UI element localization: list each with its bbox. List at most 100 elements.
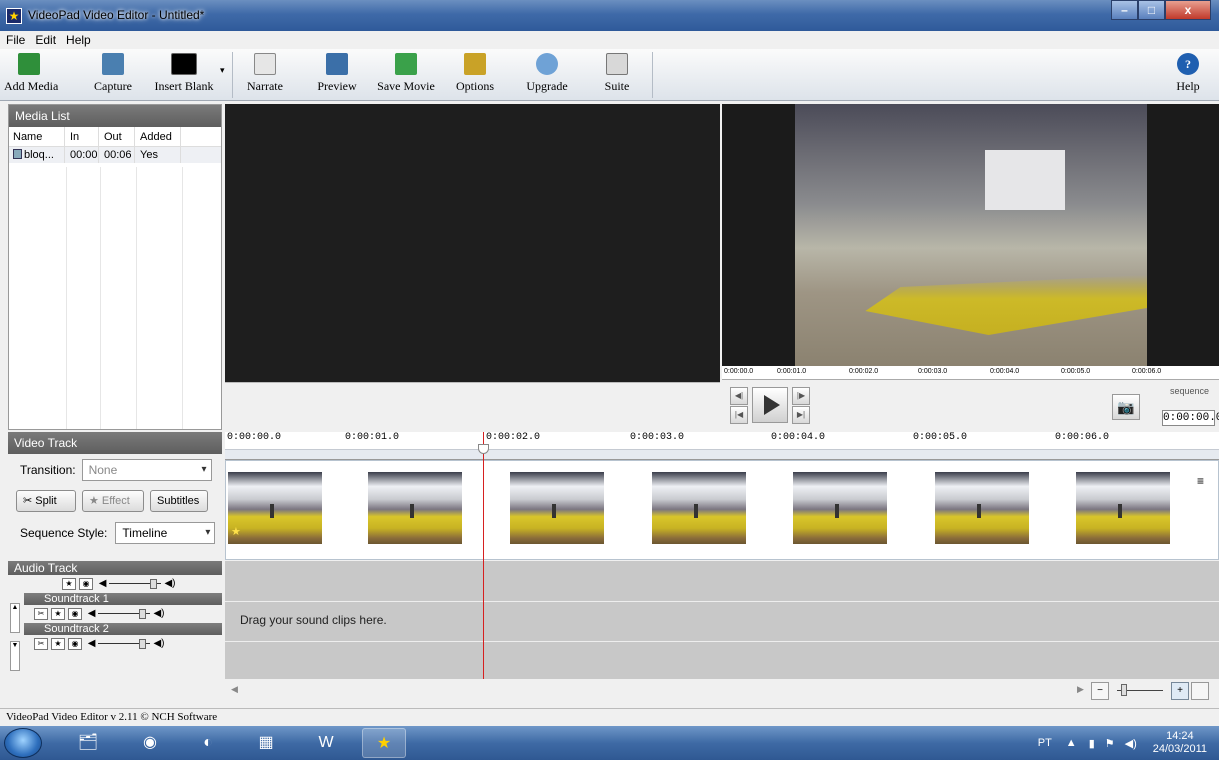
effect-star-icon: ★: [231, 526, 241, 538]
col-name[interactable]: Name: [9, 127, 65, 146]
mute-icon[interactable]: ◉: [68, 638, 82, 650]
zoom-slider-thumb[interactable]: [1121, 684, 1127, 696]
help-icon: ?: [1177, 53, 1199, 75]
sequence-style-select[interactable]: Timeline: [115, 522, 216, 544]
scroll-right-icon[interactable]: ▶: [1077, 684, 1084, 695]
save-movie-button[interactable]: Save Movie: [374, 51, 438, 99]
upgrade-button[interactable]: Upgrade: [522, 51, 572, 99]
scroll-down-icon[interactable]: ▼: [10, 641, 20, 671]
clip-thumbnail[interactable]: [652, 472, 746, 544]
menu-edit[interactable]: Edit: [35, 31, 56, 49]
drag-sound-hint: Drag your sound clips here.: [240, 613, 387, 627]
taskbar: 🗂 ◉ ◐ ▦ W ★: [0, 726, 1219, 760]
mute-icon[interactable]: ◉: [79, 578, 93, 590]
volume-slider[interactable]: [98, 608, 151, 619]
sequence-mini-ruler[interactable]: 0:00:00.0 0:00:01.0 0:00:02.0 0:00:03.0 …: [722, 366, 1219, 380]
battery-icon[interactable]: ▮: [1089, 737, 1095, 750]
clip-thumbnail[interactable]: ★: [228, 472, 322, 544]
tray-expand-icon[interactable]: ▲: [1066, 737, 1077, 749]
transition-label: Transition:: [20, 463, 76, 477]
start-button[interactable]: [4, 728, 42, 758]
volume-icon[interactable]: ◀): [1125, 737, 1137, 750]
mute-icon[interactable]: ◉: [68, 608, 82, 620]
playhead[interactable]: [483, 432, 484, 679]
step-back-icon[interactable]: ◀|: [730, 387, 748, 405]
transition-select[interactable]: None: [81, 459, 212, 481]
subtitles-button[interactable]: Subtitles: [150, 490, 208, 512]
timeline-ruler[interactable]: 0:00:00.0 0:00:01.0 0:00:02.0 0:00:03.0 …: [225, 432, 1219, 460]
menu-file[interactable]: File: [6, 31, 25, 49]
wrench-icon: [464, 53, 486, 75]
effect-star-icon[interactable]: ★: [51, 608, 65, 620]
system-tray: PT ▲ ▮ ⚑ ◀) 14:24 24/03/2011: [1038, 726, 1219, 760]
help-button[interactable]: ? Help: [1168, 51, 1208, 99]
timecode-display: 0:00:00.0: [1162, 410, 1219, 426]
volume-slider[interactable]: [98, 638, 151, 649]
effect-star-icon[interactable]: ★: [62, 578, 76, 590]
maximize-button[interactable]: □: [1138, 0, 1165, 20]
volume-slider[interactable]: [109, 578, 162, 589]
split-icon[interactable]: ✂: [34, 638, 48, 650]
effect-button[interactable]: ★ Effect: [82, 490, 144, 512]
chrome-icon[interactable]: ◐: [186, 728, 230, 758]
firefox-icon[interactable]: ◉: [128, 728, 172, 758]
minimize-button[interactable]: –: [1111, 0, 1138, 20]
sequence-style-label: Sequence Style:: [20, 526, 108, 540]
split-icon: ✂: [23, 495, 36, 507]
toolbar-separator: [232, 52, 233, 98]
clip-thumbnail[interactable]: [935, 472, 1029, 544]
split-icon[interactable]: ✂: [34, 608, 48, 620]
scroll-up-icon[interactable]: ▲: [10, 603, 20, 633]
media-list-item[interactable]: bloq... 00:00 00:06 Yes: [9, 147, 221, 163]
action-center-flag-icon[interactable]: ⚑: [1105, 737, 1115, 750]
insert-blank-dropdown-icon[interactable]: ▾: [220, 65, 225, 76]
word-icon[interactable]: W: [304, 728, 348, 758]
skip-end-icon[interactable]: ▶|: [792, 406, 810, 424]
media-player-icon[interactable]: ▦: [244, 728, 288, 758]
videopad-taskbar-icon[interactable]: ★: [362, 728, 406, 758]
effect-star-icon[interactable]: ★: [51, 638, 65, 650]
media-added: Yes: [135, 147, 181, 163]
step-forward-icon[interactable]: |▶: [792, 387, 810, 405]
narrate-button[interactable]: Narrate: [240, 51, 290, 99]
add-media-button[interactable]: Add Media: [4, 51, 58, 99]
insert-blank-button[interactable]: Insert Blank: [152, 51, 216, 99]
capture-button[interactable]: Capture: [88, 51, 138, 99]
preview-button[interactable]: Preview: [312, 51, 362, 99]
zoom-fit-icon[interactable]: [1191, 682, 1209, 700]
soundtrack2-title: Soundtrack 2: [24, 623, 222, 635]
media-out: 00:06: [99, 147, 135, 163]
menu-help[interactable]: Help: [66, 31, 91, 49]
col-added[interactable]: Added: [135, 127, 181, 146]
explorer-icon[interactable]: 🗂: [66, 728, 110, 758]
media-list-panel: Media List Name In Out Added bloq... 00:…: [8, 104, 222, 430]
clip-thumbnail[interactable]: [793, 472, 887, 544]
suite-icon: [606, 53, 628, 75]
add-media-icon: [18, 53, 40, 75]
timeline-scroll-zoom-bar: ◀ ▶ − +: [225, 680, 1219, 702]
options-button[interactable]: Options: [450, 51, 500, 99]
window-title: VideoPad Video Editor - Untitled*: [28, 8, 205, 22]
title-bar: ★ VideoPad Video Editor - Untitled* – □ …: [0, 0, 1219, 31]
play-button[interactable]: [752, 387, 788, 423]
clock[interactable]: 14:24 24/03/2011: [1153, 730, 1207, 756]
clip-thumbnail[interactable]: [368, 472, 462, 544]
zoom-in-icon[interactable]: +: [1171, 682, 1189, 700]
track-menu-icon[interactable]: ≡: [1197, 474, 1204, 488]
split-button[interactable]: ✂ Split: [16, 490, 76, 512]
volume-low-icon: ◀: [98, 578, 107, 589]
clip-thumbnail[interactable]: [510, 472, 604, 544]
menu-bar: File Edit Help: [0, 31, 1219, 49]
close-button[interactable]: x: [1165, 0, 1211, 20]
col-in[interactable]: In: [65, 127, 99, 146]
snapshot-camera-icon[interactable]: 📷: [1112, 394, 1140, 420]
col-out[interactable]: Out: [99, 127, 135, 146]
suite-button[interactable]: Suite: [592, 51, 642, 99]
volume-high-icon: ◀): [153, 638, 165, 649]
clip-preview-area[interactable]: [225, 104, 720, 382]
language-indicator[interactable]: PT: [1038, 737, 1052, 749]
clip-thumbnail[interactable]: [1076, 472, 1170, 544]
skip-start-icon[interactable]: |◀: [730, 406, 748, 424]
zoom-out-icon[interactable]: −: [1091, 682, 1109, 700]
scroll-left-icon[interactable]: ◀: [231, 684, 238, 695]
